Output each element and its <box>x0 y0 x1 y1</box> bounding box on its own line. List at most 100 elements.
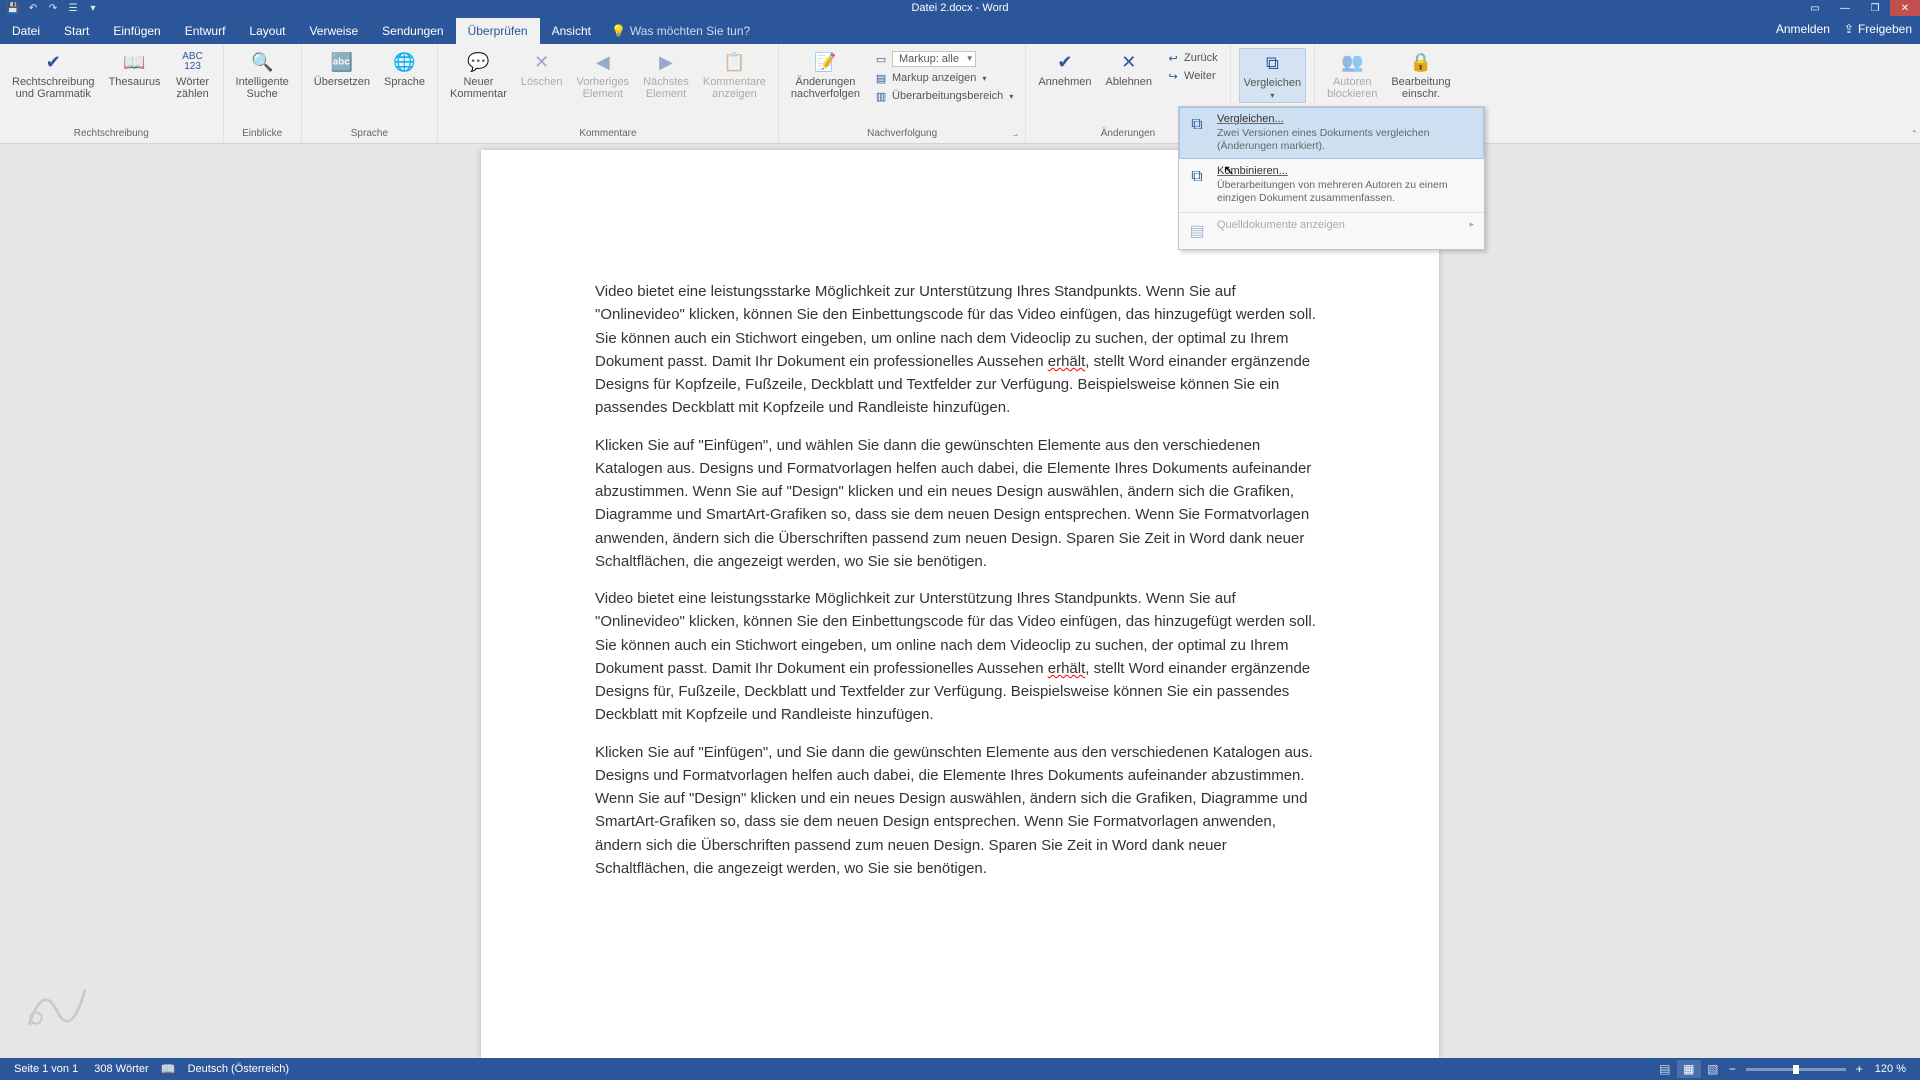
chevron-down-icon: ▾ <box>1009 92 1013 101</box>
next-comment-label: Nächstes Element <box>643 76 689 100</box>
translate-icon: 🔤 <box>330 50 354 74</box>
previous-change-button[interactable]: ↩ Zurück <box>1162 50 1222 66</box>
spelling-label: Rechtschreibung und Grammatik <box>12 76 95 100</box>
proofing-indicator-icon[interactable]: 📖 <box>157 1062 180 1076</box>
smart-lookup-icon: 🔍 <box>250 50 274 74</box>
read-mode-view[interactable]: ▤ <box>1653 1060 1677 1078</box>
tell-me-search[interactable]: 💡 Was möchten Sie tun? <box>611 18 750 44</box>
signin-link[interactable]: Anmelden <box>1776 22 1830 36</box>
compare-menu-show-source-title: Quelldokumente anzeigen <box>1217 219 1345 231</box>
next-change-button[interactable]: ↪ Weiter <box>1162 68 1222 84</box>
minimize-button[interactable]: — <box>1830 0 1860 16</box>
show-source-icon: ▤ <box>1185 219 1209 243</box>
paragraph-1[interactable]: Video bietet eine leistungsstarke Möglic… <box>595 280 1325 420</box>
reject-button[interactable]: ✕ Ablehnen <box>1102 48 1157 90</box>
accept-label: Annehmen <box>1038 76 1091 88</box>
track-changes-button[interactable]: 📝 Änderungen nachverfolgen <box>787 48 864 102</box>
paragraph-3[interactable]: Video bietet eine leistungsstarke Möglic… <box>595 587 1325 727</box>
save-icon[interactable]: 💾 <box>6 1 20 15</box>
show-comments-button[interactable]: 📋 Kommentare anzeigen <box>699 48 770 102</box>
compare-button[interactable]: ⧉ Vergleichen ▾ <box>1239 48 1307 103</box>
language-button[interactable]: 🌐 Sprache <box>380 48 429 90</box>
compare-menu-combine[interactable]: ⧉ Kombinieren... Überarbeitungen von meh… <box>1179 159 1484 211</box>
zoom-thumb[interactable] <box>1793 1065 1799 1074</box>
tab-file[interactable]: Datei <box>0 18 52 44</box>
wordcount-button[interactable]: ABC123 Wörter zählen <box>171 48 215 102</box>
zoom-out-button[interactable]: − <box>1725 1062 1740 1076</box>
markup-display-dropdown[interactable]: ▭ Markup: alle <box>870 50 1017 68</box>
reviewing-pane-dropdown[interactable]: ▥ Überarbeitungsbereich ▾ <box>870 88 1017 104</box>
spelling-error: erhält <box>1048 660 1086 677</box>
group-comments: 💬 Neuer Kommentar ✕ Löschen ◀ Vorheriges… <box>438 44 779 143</box>
show-markup-dropdown[interactable]: ▤ Markup anzeigen ▾ <box>870 70 1017 86</box>
tab-view[interactable]: Ansicht <box>540 18 603 44</box>
delete-comment-button[interactable]: ✕ Löschen <box>517 48 567 90</box>
spelling-button[interactable]: ✔ Rechtschreibung und Grammatik <box>8 48 99 102</box>
zoom-level[interactable]: 120 % <box>1867 1063 1914 1075</box>
zoom-slider[interactable] <box>1746 1068 1846 1071</box>
word-count[interactable]: 308 Wörter <box>86 1063 156 1075</box>
show-comments-icon: 📋 <box>722 50 746 74</box>
group-language-label: Sprache <box>310 126 429 141</box>
page[interactable]: Video bietet eine leistungsstarke Möglic… <box>481 150 1439 1058</box>
show-comments-label: Kommentare anzeigen <box>703 76 766 100</box>
touch-mode-icon[interactable]: ☰ <box>66 1 80 15</box>
page-indicator[interactable]: Seite 1 von 1 <box>6 1063 86 1075</box>
block-authors-icon: 👥 <box>1340 50 1364 74</box>
compare-menu-compare[interactable]: ⧉ Vergleichen... Zwei Versionen eines Do… <box>1179 107 1484 159</box>
group-insights-label: Einblicke <box>232 126 293 141</box>
watermark-logo <box>22 974 92 1034</box>
prev-comment-label: Vorheriges Element <box>576 76 629 100</box>
reject-label: Ablehnen <box>1106 76 1153 88</box>
chevron-down-icon: ▾ <box>1270 91 1274 100</box>
tab-draft[interactable]: Entwurf <box>173 18 238 44</box>
group-tracking-label[interactable]: Nachverfolgung <box>787 126 1017 141</box>
chevron-down-icon: ▾ <box>982 74 986 83</box>
compare-menu-combine-title: Kombinieren... <box>1217 165 1474 177</box>
group-insights: 🔍 Intelligente Suche Einblicke <box>224 44 302 143</box>
share-button[interactable]: ⇪Freigeben <box>1844 22 1912 36</box>
wordcount-icon: ABC123 <box>181 50 205 74</box>
block-authors-button[interactable]: 👥 Autoren blockieren <box>1323 48 1381 102</box>
zoom-in-button[interactable]: + <box>1852 1062 1867 1076</box>
tab-home[interactable]: Start <box>52 18 101 44</box>
lightbulb-icon: 💡 <box>611 24 626 38</box>
group-tracking: 📝 Änderungen nachverfolgen ▭ Markup: all… <box>779 44 1026 143</box>
redo-icon[interactable]: ↷ <box>46 1 60 15</box>
tab-layout[interactable]: Layout <box>237 18 297 44</box>
tab-references[interactable]: Verweise <box>297 18 370 44</box>
prev-comment-button[interactable]: ◀ Vorheriges Element <box>572 48 633 102</box>
share-label: Freigeben <box>1858 22 1912 36</box>
new-comment-button[interactable]: 💬 Neuer Kommentar <box>446 48 511 102</box>
track-changes-label: Änderungen nachverfolgen <box>791 76 860 100</box>
undo-icon[interactable]: ↶ <box>26 1 40 15</box>
wordcount-label: Wörter zählen <box>176 76 209 100</box>
next-comment-icon: ▶ <box>654 50 678 74</box>
restrict-editing-button[interactable]: 🔒 Bearbeitung einschr. <box>1387 48 1454 102</box>
print-layout-view[interactable]: ▦ <box>1677 1060 1701 1078</box>
web-layout-view[interactable]: ▧ <box>1701 1060 1725 1078</box>
close-button[interactable]: ✕ <box>1890 0 1920 16</box>
paragraph-2[interactable]: Klicken Sie auf "Einfügen", und wählen S… <box>595 434 1325 574</box>
combine-docs-icon: ⧉ <box>1185 165 1209 189</box>
collapse-ribbon-icon[interactable]: ˆ <box>1913 130 1916 141</box>
ribbon-display-icon[interactable]: ▭ <box>1800 0 1830 16</box>
spelling-icon: ✔ <box>41 50 65 74</box>
tab-insert[interactable]: Einfügen <box>101 18 172 44</box>
paragraph-4[interactable]: Klicken Sie auf "Einfügen", und Sie dann… <box>595 741 1325 881</box>
titlebar: 💾 ↶ ↷ ☰ ▾ Datei 2.docx - Word ▭ — ❐ ✕ <box>0 0 1920 16</box>
block-authors-label: Autoren blockieren <box>1327 76 1377 100</box>
translate-label: Übersetzen <box>314 76 370 88</box>
accept-button[interactable]: ✔ Annehmen <box>1034 48 1095 90</box>
maximize-button[interactable]: ❐ <box>1860 0 1890 16</box>
translate-button[interactable]: 🔤 Übersetzen <box>310 48 374 90</box>
tab-review[interactable]: Überprüfen <box>456 18 540 44</box>
smart-lookup-label: Intelligente Suche <box>236 76 289 100</box>
next-comment-button[interactable]: ▶ Nächstes Element <box>639 48 693 102</box>
statusbar: Seite 1 von 1 308 Wörter 📖 Deutsch (Öste… <box>0 1058 1920 1080</box>
qat-customize-icon[interactable]: ▾ <box>86 1 100 15</box>
thesaurus-button[interactable]: 📖 Thesaurus <box>105 48 165 90</box>
smart-lookup-button[interactable]: 🔍 Intelligente Suche <box>232 48 293 102</box>
language-indicator[interactable]: Deutsch (Österreich) <box>180 1063 297 1075</box>
tab-mailings[interactable]: Sendungen <box>370 18 455 44</box>
